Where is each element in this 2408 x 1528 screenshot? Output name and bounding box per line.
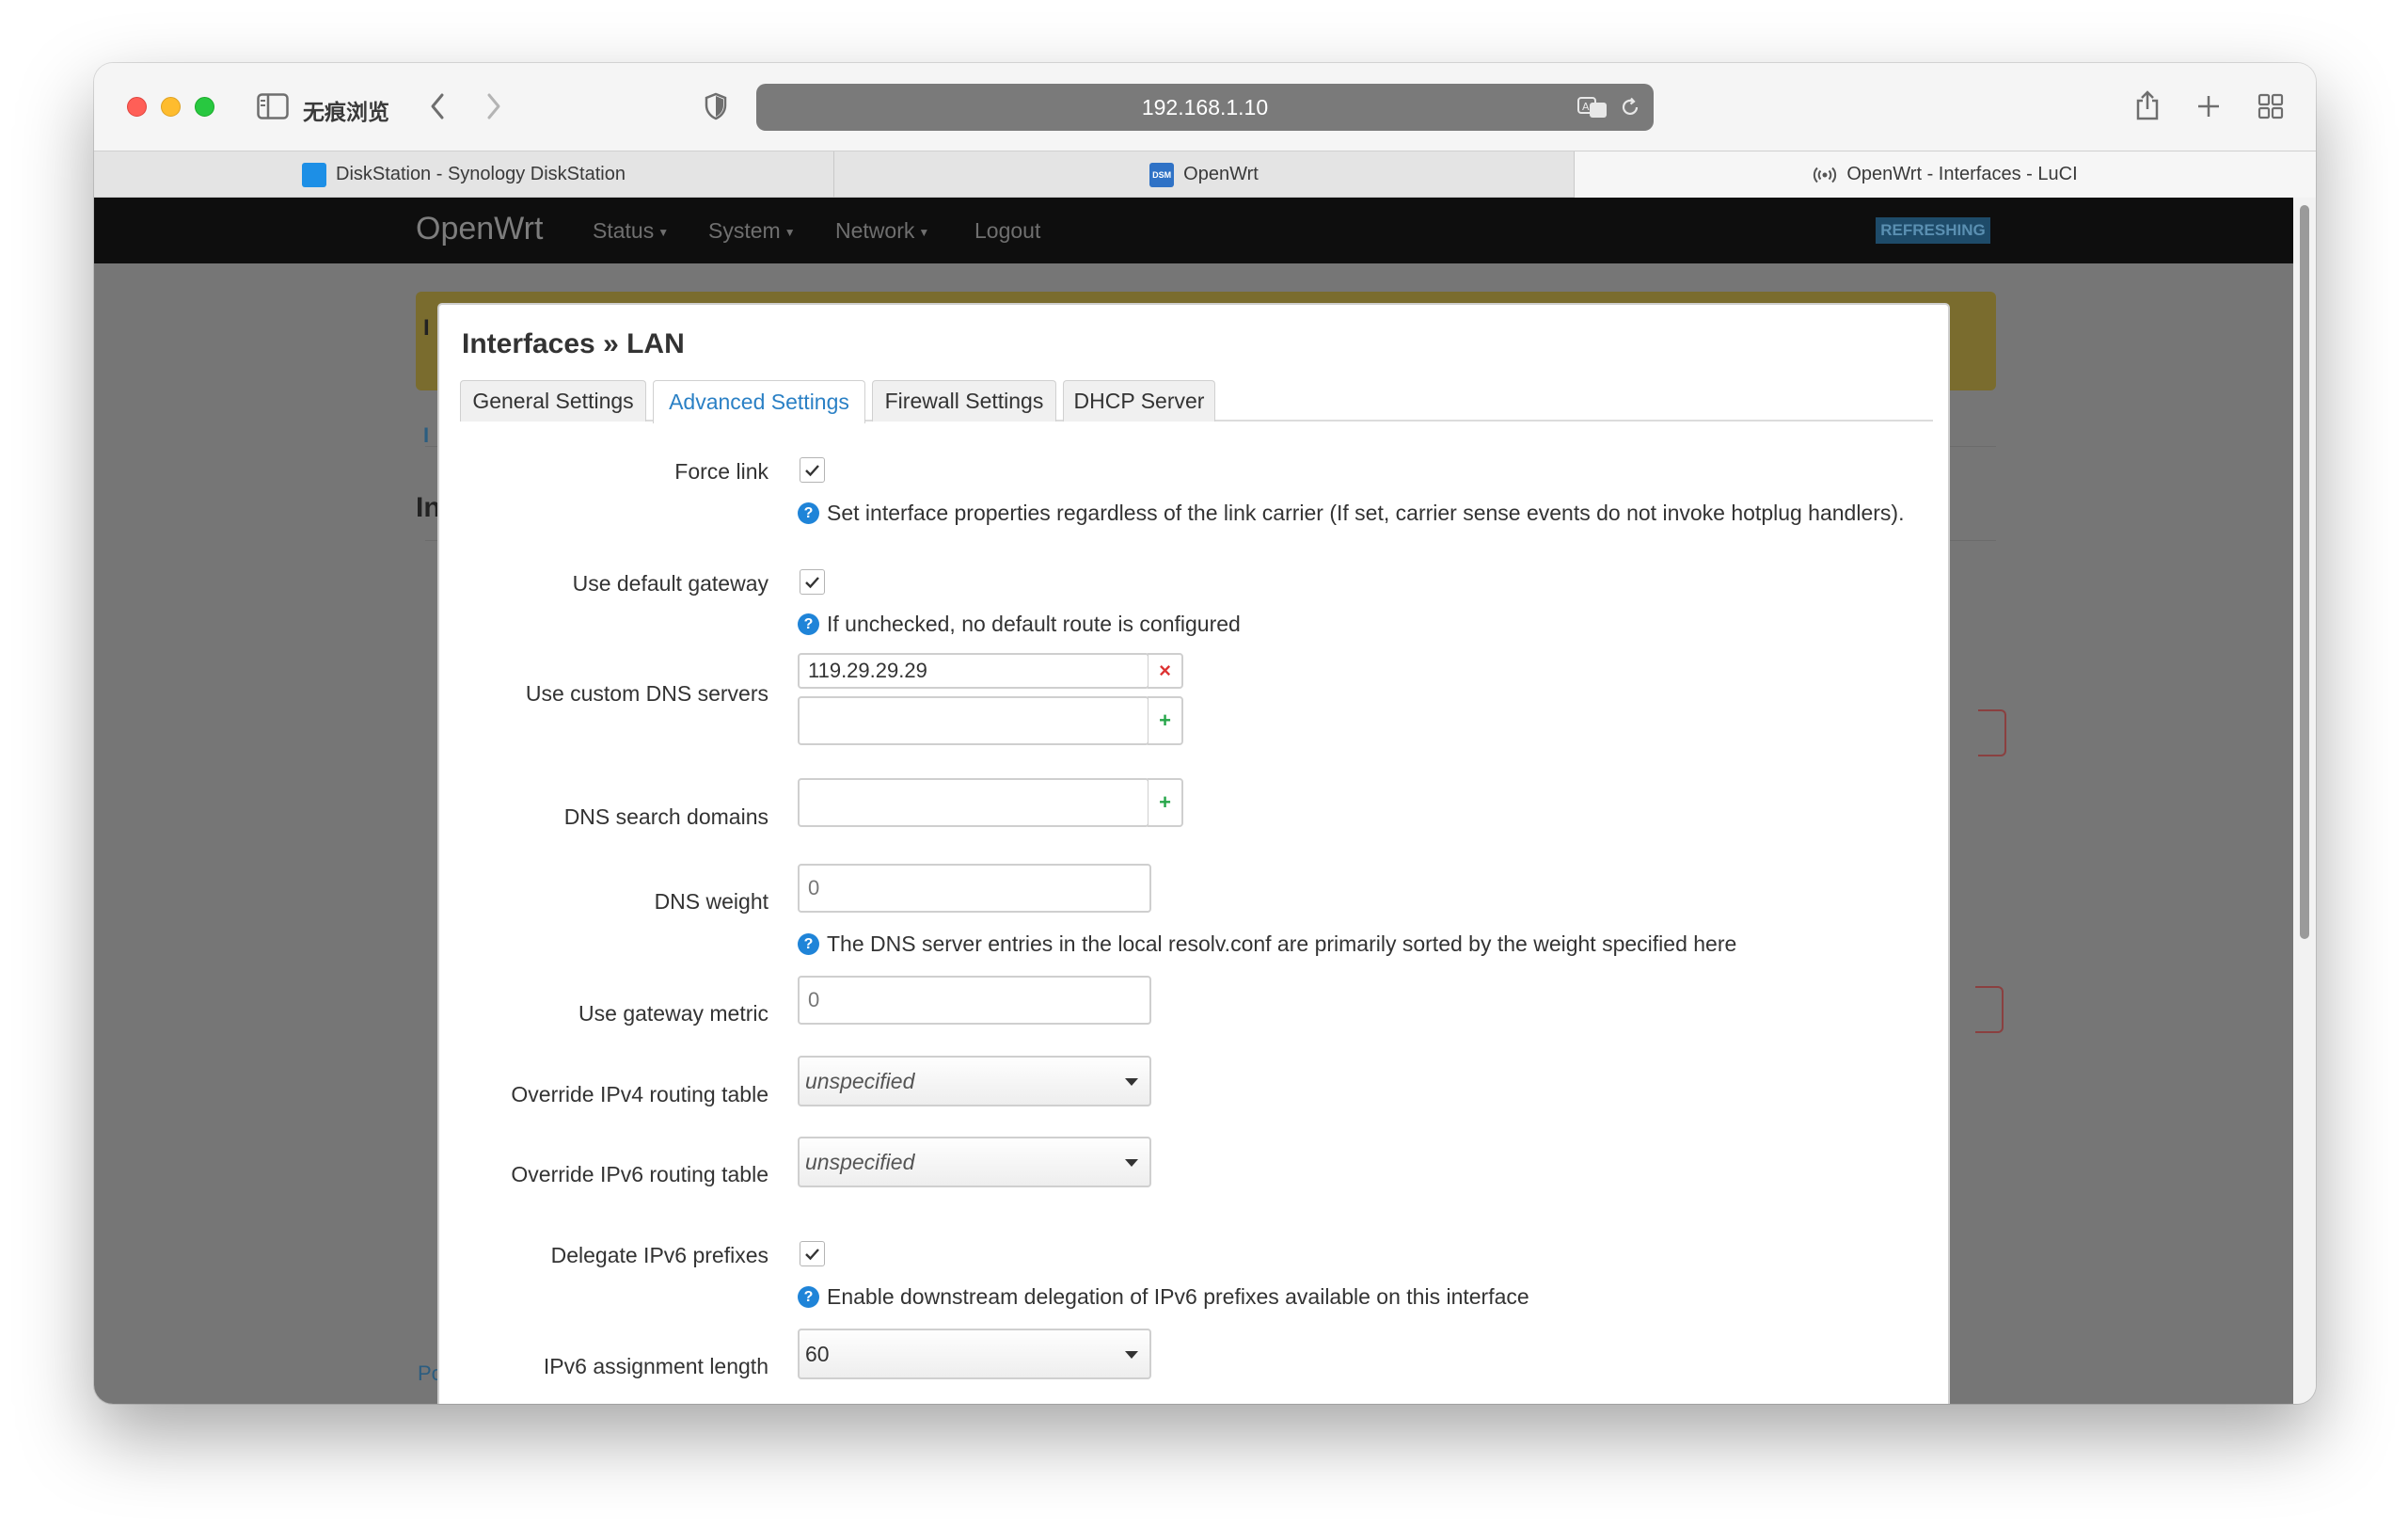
interface-modal: Interfaces » LAN General Settings Advanc…: [437, 303, 1950, 1404]
dropdown-arrow-icon: [1125, 1078, 1138, 1086]
dns-server-value-input[interactable]: 119.29.29.29: [798, 653, 1149, 689]
add-search-domain-button[interactable]: +: [1148, 778, 1183, 827]
menu-network[interactable]: Network ▼: [835, 218, 929, 244]
modal-title: Interfaces » LAN: [462, 328, 685, 359]
help-icon: ?: [798, 613, 819, 635]
force-link-checkbox[interactable]: [800, 457, 825, 483]
gateway-metric-input[interactable]: 0: [798, 976, 1151, 1025]
dns-search-input[interactable]: [798, 778, 1149, 827]
default-gateway-label: Use default gateway: [572, 571, 768, 596]
synology-icon: [302, 162, 327, 187]
zoom-window-button[interactable]: [195, 97, 214, 117]
tab-dhcp-server[interactable]: DHCP Server: [1063, 380, 1215, 422]
sidebar-toggle-icon[interactable]: [256, 91, 290, 121]
tab-openwrt-interfaces[interactable]: OpenWrt - Interfaces - LuCI: [1575, 151, 2316, 198]
dns-weight-help: ? The DNS server entries in the local re…: [798, 931, 1736, 957]
privacy-shield-icon[interactable]: [702, 89, 730, 123]
delegate-ipv6-label: Delegate IPv6 prefixes: [550, 1243, 768, 1267]
delegate-ipv6-help: ? Enable downstream delegation of IPv6 p…: [798, 1284, 1529, 1310]
page-scrollbar[interactable]: [2293, 198, 2316, 1404]
caret-down-icon: ▼: [784, 225, 796, 239]
tab-general-settings[interactable]: General Settings: [460, 380, 646, 422]
ipv4-table-label: Override IPv4 routing table: [511, 1082, 768, 1106]
tab-label: OpenWrt - Interfaces - LuCI: [1846, 164, 2078, 184]
default-gateway-help: ? If unchecked, no default route is conf…: [798, 612, 1241, 637]
checkmark-icon: [805, 1249, 819, 1261]
tab-overview-icon[interactable]: [2256, 91, 2286, 121]
caret-down-icon: ▼: [918, 225, 930, 239]
dns-server-new-input[interactable]: [798, 696, 1149, 745]
help-icon: ?: [798, 1286, 819, 1308]
remove-icon: ×: [1159, 659, 1171, 682]
plus-icon: +: [1159, 790, 1171, 814]
ipv4-table-select[interactable]: unspecified: [798, 1056, 1151, 1106]
browser-window: 无痕浏览 192.168.1.10 A DiskStation - Synolo…: [94, 63, 2316, 1404]
ipv6-table-select[interactable]: unspecified: [798, 1137, 1151, 1187]
dns-search-label: DNS search domains: [563, 804, 768, 829]
page-viewport: OpenWrt Status ▼ System ▼ Network ▼ Logout …: [94, 198, 2293, 1404]
checkmark-icon: [805, 465, 819, 477]
remove-dns-button[interactable]: ×: [1148, 653, 1183, 689]
tab-advanced-settings[interactable]: Advanced Settings: [653, 380, 865, 423]
menu-logout[interactable]: Logout: [974, 218, 1040, 244]
custom-dns-label: Use custom DNS servers: [525, 681, 768, 706]
help-icon: ?: [798, 502, 819, 524]
browser-toolbar: 无痕浏览 192.168.1.10 A: [94, 63, 2316, 151]
svg-text:A: A: [1582, 101, 1590, 113]
close-window-button[interactable]: [127, 97, 147, 117]
broadcast-icon: [1813, 166, 1837, 184]
menu-status[interactable]: Status ▼: [593, 218, 669, 244]
force-link-label: Force link: [674, 459, 768, 484]
openwrt-navbar: OpenWrt Status ▼ System ▼ Network ▼ Logout …: [94, 198, 2293, 263]
tab-diskstation[interactable]: DiskStation - Synology DiskStation: [94, 151, 833, 198]
tab-firewall-settings[interactable]: Firewall Settings: [872, 380, 1056, 422]
caret-down-icon: ▼: [657, 225, 670, 239]
dsm-icon: DSM: [1149, 162, 1175, 187]
share-icon[interactable]: [2132, 88, 2162, 123]
new-tab-icon[interactable]: [2194, 91, 2224, 121]
forward-icon[interactable]: [480, 89, 508, 123]
background-text: I: [423, 423, 430, 447]
address-bar[interactable]: 192.168.1.10 A: [756, 84, 1654, 131]
ipv6-assign-length-select[interactable]: 60: [798, 1329, 1151, 1379]
ipv6-assign-length-label: IPv6 assignment length: [543, 1354, 768, 1378]
menu-system[interactable]: System ▼: [708, 218, 796, 244]
ipv6-table-label: Override IPv6 routing table: [511, 1162, 768, 1186]
private-browsing-label: 无痕浏览: [303, 100, 389, 124]
dns-weight-label: DNS weight: [654, 889, 768, 914]
back-icon[interactable]: [423, 89, 452, 123]
openwrt-brand[interactable]: OpenWrt: [416, 211, 543, 247]
scrollbar-thumb[interactable]: [2300, 205, 2309, 939]
browser-tab-strip: DiskStation - Synology DiskStation DSM O…: [94, 151, 2316, 198]
plus-icon: +: [1159, 708, 1171, 732]
dropdown-arrow-icon: [1125, 1351, 1138, 1359]
gateway-metric-label: Use gateway metric: [578, 1001, 768, 1026]
tab-label: DiskStation - Synology DiskStation: [336, 164, 626, 184]
background-button: [1978, 709, 2006, 756]
tab-openwrt[interactable]: DSM OpenWrt: [834, 151, 1574, 198]
address-text: 192.168.1.10: [1141, 95, 1269, 119]
modal-tabs: General Settings Advanced Settings Firew…: [460, 380, 1933, 423]
checkmark-icon: [805, 577, 819, 589]
translate-icon[interactable]: A: [1576, 94, 1608, 120]
background-text: I: [423, 315, 430, 341]
dns-weight-input[interactable]: 0: [798, 864, 1151, 913]
default-gateway-checkbox[interactable]: [800, 569, 825, 595]
reload-icon[interactable]: [1618, 95, 1642, 119]
tab-label: OpenWrt: [1183, 164, 1259, 184]
dropdown-arrow-icon: [1125, 1159, 1138, 1167]
background-button: [1975, 986, 2004, 1033]
minimize-window-button[interactable]: [161, 97, 181, 117]
refreshing-badge[interactable]: REFRESHING: [1876, 217, 1990, 244]
add-dns-button[interactable]: +: [1148, 696, 1183, 745]
help-icon: ?: [798, 933, 819, 955]
delegate-ipv6-checkbox[interactable]: [800, 1241, 825, 1266]
force-link-help: ? Set interface properties regardless of…: [798, 501, 1904, 526]
